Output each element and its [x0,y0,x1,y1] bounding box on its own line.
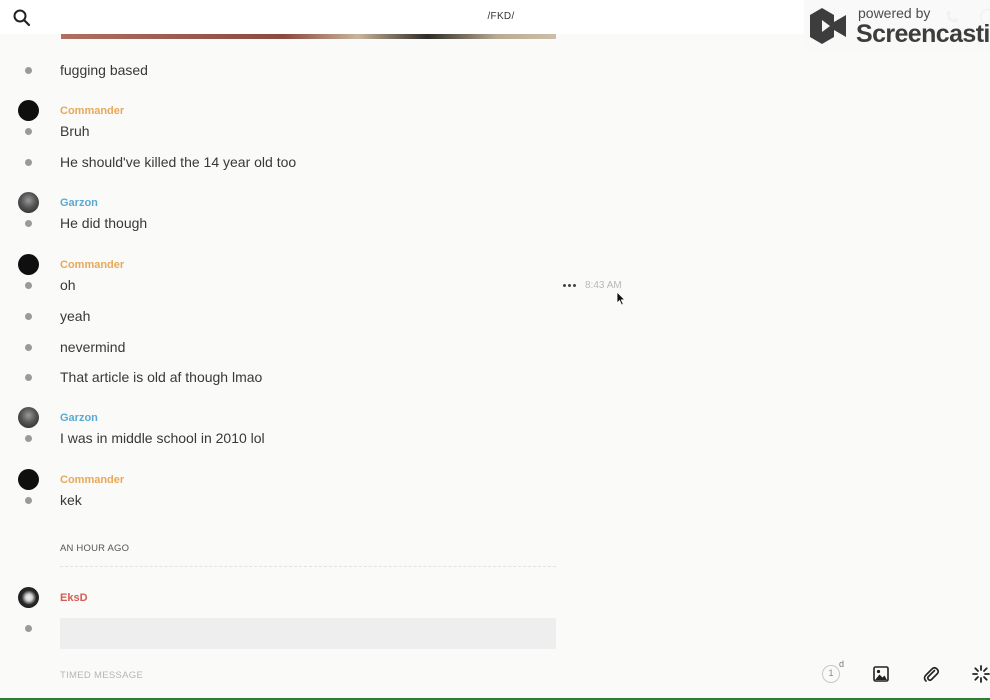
timer-unit: d [839,659,845,669]
message-text: yeah [60,308,91,324]
message-input[interactable] [60,665,760,685]
time-divider-label: AN HOUR AGO [60,543,130,554]
author-name[interactable]: Garzon [60,412,98,424]
avatar[interactable] [18,192,39,213]
avatar[interactable] [18,254,39,275]
bullet-dot [25,374,32,381]
bullet-dot [25,67,32,74]
mouse-cursor-icon [616,291,626,306]
message-list: fugging based Commander Bruh He should'v… [0,0,990,650]
author-name[interactable]: Garzon [60,197,98,209]
more-actions-icon[interactable] [563,281,577,289]
message-text: fugging based [60,62,148,78]
bullet-dot [25,313,32,320]
avatar[interactable] [18,407,39,428]
timer-value: 1 [822,665,840,683]
message-row: That article is old af though lmao [0,367,600,389]
message-row: He did though [0,213,600,235]
message-text: He did though [60,215,148,231]
divider-line [60,566,556,567]
avatar[interactable] [18,100,39,121]
author-row: Commander [0,469,600,491]
author-name[interactable]: Commander [60,105,124,117]
message-row: kek [0,490,600,512]
bullet-dot [25,282,32,289]
message-text: Bruh [60,123,90,139]
message-text: I was in middle school in 2010 lol [60,430,265,446]
bullet-dot [25,344,32,351]
message-text: He should've killed the 14 year old too [60,154,297,170]
message-row: nevermind [0,337,600,359]
author-name[interactable]: Commander [60,259,124,271]
message-text: nevermind [60,339,126,355]
bullet-dot [25,625,32,632]
timer-icon[interactable]: 1 d [822,659,848,685]
bullet-dot [25,128,32,135]
message-row: Bruh [0,121,600,143]
pending-message-box [60,618,556,649]
message-row: He should've killed the 14 year old too [0,152,600,174]
author-name[interactable]: EksD [60,592,88,604]
message-row: oh [0,275,600,297]
avatar[interactable] [18,587,39,608]
bullet-dot [25,435,32,442]
author-name[interactable]: Commander [60,474,124,486]
image-icon[interactable] [873,666,889,682]
message-row: I was in middle school in 2010 lol [0,428,600,450]
composer-bar: 1 d [0,650,990,700]
message-text: oh [60,277,76,293]
author-row: Garzon [0,192,600,214]
message-text: That article is old af though lmao [60,369,263,385]
bullet-dot [25,159,32,166]
author-row: Commander [0,100,600,122]
author-row: Garzon [0,407,600,429]
avatar[interactable] [18,469,39,490]
message-timestamp: 8:43 AM [585,280,622,291]
author-row: Commander [0,254,600,276]
sparkle-icon[interactable] [972,665,990,683]
message-row: fugging based [0,60,600,82]
message-row: yeah [0,306,600,328]
author-row: EksD [0,587,600,609]
message-text: kek [60,492,82,508]
bullet-dot [25,220,32,227]
bullet-dot [25,497,32,504]
paperclip-icon[interactable] [923,665,940,683]
